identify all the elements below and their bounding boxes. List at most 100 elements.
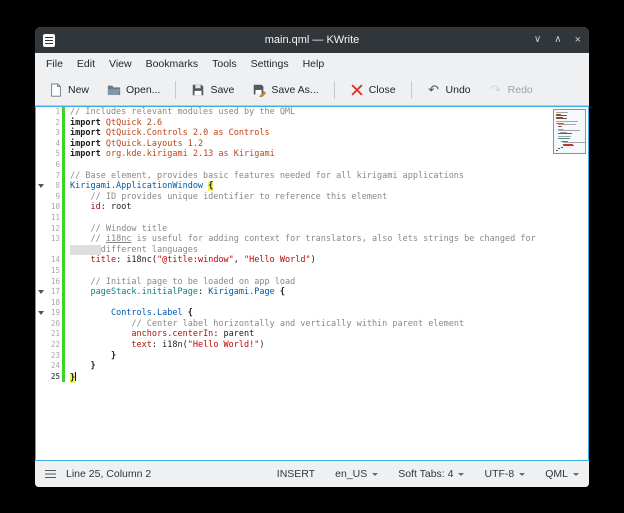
line-number: 10 bbox=[45, 202, 62, 213]
save-icon bbox=[191, 83, 205, 97]
minimap-line bbox=[558, 138, 570, 139]
fold-margin bbox=[36, 266, 45, 277]
code-text: } bbox=[65, 361, 588, 372]
dictionary-button[interactable]: en_US bbox=[335, 468, 378, 480]
code-line: 12 // Window title bbox=[36, 224, 588, 235]
undo-button[interactable]: ↶Undo bbox=[419, 80, 479, 100]
line-number: 17 bbox=[45, 287, 62, 298]
save-as-button[interactable]: Save As... bbox=[244, 80, 326, 100]
fold-margin bbox=[36, 139, 45, 150]
cursor-position-label[interactable]: Line 25, Column 2 bbox=[66, 468, 151, 480]
fold-margin bbox=[36, 118, 45, 129]
menu-item-view[interactable]: View bbox=[102, 55, 139, 73]
code-text: import QtQuick 2.6 bbox=[65, 118, 588, 129]
open-label: Open... bbox=[126, 84, 160, 96]
menu-item-edit[interactable]: Edit bbox=[70, 55, 102, 73]
code-text: // Includes relevant modules used by the… bbox=[65, 107, 588, 118]
editor-view[interactable]: 1// Includes relevant modules used by th… bbox=[35, 106, 589, 461]
kwrite-window: main.qml — KWrite ∨ ∧ × FileEditViewBook… bbox=[35, 27, 589, 487]
line-number: 14 bbox=[45, 255, 62, 266]
code-text: import QtQuick.Controls 2.0 as Controls bbox=[65, 128, 588, 139]
code-text: // Base element, provides basic features… bbox=[65, 171, 588, 182]
fold-marker-icon[interactable] bbox=[36, 287, 45, 298]
fold-margin bbox=[36, 245, 45, 256]
fold-margin bbox=[36, 255, 45, 266]
code-text: // Window title bbox=[65, 224, 588, 235]
save-button[interactable]: Save bbox=[183, 80, 242, 100]
code-line: 14 title: i18nc("@title:window", "Hello … bbox=[36, 255, 588, 266]
menu-item-help[interactable]: Help bbox=[296, 55, 332, 73]
close-icon[interactable]: × bbox=[575, 35, 581, 46]
code-line: 20 // Center label horizontally and vert… bbox=[36, 319, 588, 330]
fold-marker-icon[interactable] bbox=[36, 308, 45, 319]
line-number bbox=[45, 245, 62, 256]
text-cursor bbox=[75, 372, 76, 381]
minimap-line bbox=[563, 145, 574, 146]
code-text: } bbox=[65, 372, 588, 383]
redo-button[interactable]: ↷Redo bbox=[481, 80, 541, 100]
input-mode-button[interactable]: INSERT bbox=[277, 468, 315, 480]
line-number: 18 bbox=[45, 298, 62, 309]
code-line: 9 // ID provides unique identifier to re… bbox=[36, 192, 588, 203]
code-line: 6 bbox=[36, 160, 588, 171]
code-area[interactable]: 1// Includes relevant modules used by th… bbox=[36, 107, 588, 460]
menu-bar: FileEditViewBookmarksToolsSettingsHelp bbox=[35, 53, 589, 75]
code-text bbox=[65, 266, 588, 277]
hamburger-menu-icon[interactable] bbox=[45, 470, 56, 472]
indentation-button[interactable]: Soft Tabs: 4 bbox=[398, 468, 464, 480]
menu-item-tools[interactable]: Tools bbox=[205, 55, 244, 73]
maximize-icon[interactable]: ∧ bbox=[554, 35, 561, 45]
minimap-line bbox=[556, 112, 568, 113]
line-number: 21 bbox=[45, 329, 62, 340]
minimap-line bbox=[556, 115, 567, 116]
line-number: 4 bbox=[45, 139, 62, 150]
code-text: import QtQuick.Layouts 1.2 bbox=[65, 139, 588, 150]
minimap-line bbox=[563, 142, 585, 143]
fold-margin bbox=[36, 234, 45, 245]
menu-item-settings[interactable]: Settings bbox=[244, 55, 296, 73]
line-number: 19 bbox=[45, 308, 62, 319]
code-text: // i18nc is useful for adding context fo… bbox=[65, 234, 588, 245]
menu-item-bookmarks[interactable]: Bookmarks bbox=[139, 55, 206, 73]
fold-margin bbox=[36, 202, 45, 213]
fold-margin bbox=[36, 149, 45, 160]
code-line: 4import QtQuick.Layouts 1.2 bbox=[36, 139, 588, 150]
undo-icon: ↶ bbox=[427, 83, 441, 97]
open-button[interactable]: Open... bbox=[99, 80, 168, 100]
fold-marker-icon[interactable] bbox=[36, 181, 45, 192]
minimap-line bbox=[558, 124, 575, 125]
code-line: 3import QtQuick.Controls 2.0 as Controls bbox=[36, 128, 588, 139]
line-number: 23 bbox=[45, 351, 62, 362]
line-number: 13 bbox=[45, 234, 62, 245]
fold-margin bbox=[36, 107, 45, 118]
save-label: Save bbox=[210, 84, 234, 96]
indentation-label: Soft Tabs: 4 bbox=[398, 468, 453, 480]
close-button[interactable]: Close bbox=[342, 80, 404, 100]
chevron-down-icon bbox=[458, 473, 464, 476]
minimize-icon[interactable]: ∨ bbox=[534, 35, 541, 45]
menu-item-file[interactable]: File bbox=[39, 55, 70, 73]
close-label: Close bbox=[369, 84, 396, 96]
code-text: anchors.centerIn: parent bbox=[65, 329, 588, 340]
syntax-mode-button[interactable]: QML bbox=[545, 468, 579, 480]
dictionary-label: en_US bbox=[335, 468, 367, 480]
syntax-label: QML bbox=[545, 468, 568, 480]
fold-margin bbox=[36, 213, 45, 224]
fold-margin bbox=[36, 192, 45, 203]
toolbar-separator bbox=[411, 81, 412, 99]
encoding-button[interactable]: UTF-8 bbox=[484, 468, 525, 480]
code-line: 11 bbox=[36, 213, 588, 224]
save-as-icon bbox=[252, 83, 266, 97]
code-line: 21 anchors.centerIn: parent bbox=[36, 329, 588, 340]
title-bar[interactable]: main.qml — KWrite ∨ ∧ × bbox=[35, 27, 589, 53]
code-line: 1// Includes relevant modules used by th… bbox=[36, 107, 588, 118]
fold-margin bbox=[36, 298, 45, 309]
new-document-icon bbox=[49, 83, 63, 97]
minimap-line bbox=[556, 121, 578, 122]
new-button[interactable]: New bbox=[41, 80, 97, 100]
minimap-line bbox=[558, 148, 560, 149]
code-line: 8Kirigami.ApplicationWindow { bbox=[36, 181, 588, 192]
scrollbar-minimap[interactable] bbox=[553, 109, 586, 154]
fold-margin bbox=[36, 224, 45, 235]
fold-margin bbox=[36, 351, 45, 362]
